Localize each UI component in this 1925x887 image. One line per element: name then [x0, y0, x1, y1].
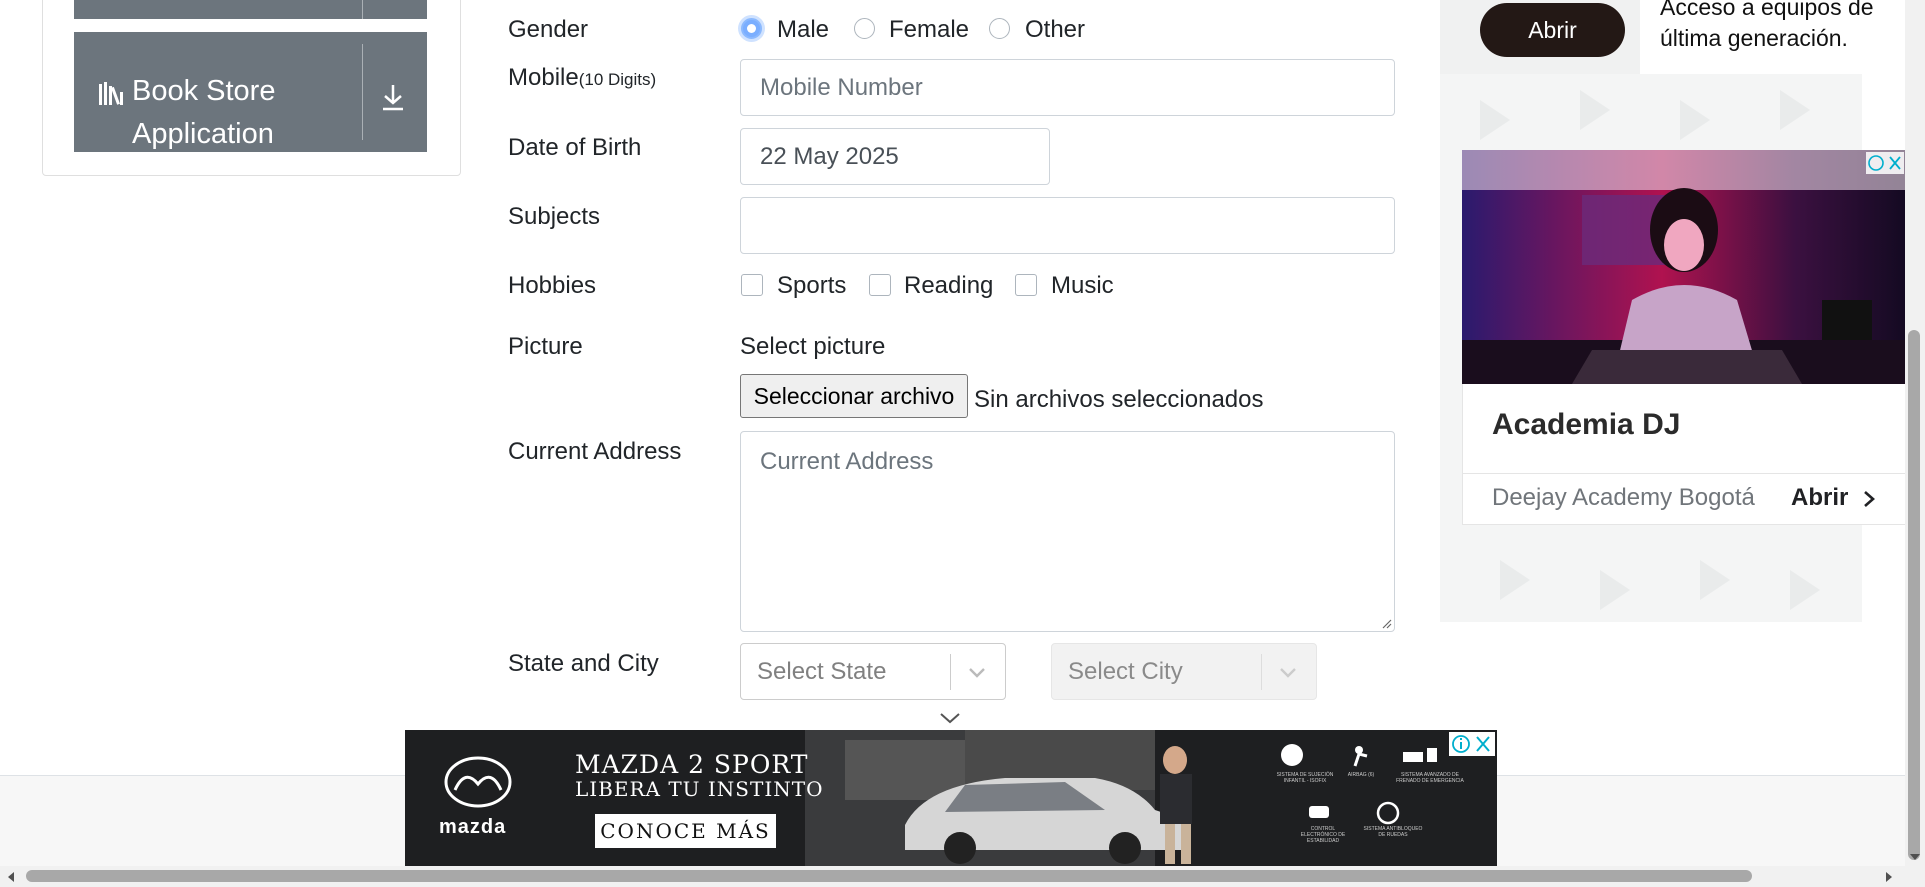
select-picture-text: Select picture	[740, 333, 886, 360]
sidebar-item-previous[interactable]	[74, 0, 427, 19]
mobile-input[interactable]: Mobile Number	[740, 59, 1395, 116]
dob-label: Date of Birth	[508, 134, 642, 161]
bottom-ad-banner[interactable]: mazda MAZDA 2 SPORT LIBERA TU INSTINTO C…	[405, 730, 1497, 866]
state-placeholder: Select State	[757, 658, 887, 685]
dob-input[interactable]: 22 May 2025	[740, 128, 1050, 185]
choose-file-button[interactable]: Seleccionar archivo	[740, 374, 968, 418]
picture-label: Picture	[508, 333, 583, 360]
ad-cta-label: Abrir	[1791, 484, 1849, 511]
ad-title[interactable]: Academia DJ	[1492, 408, 1680, 442]
resize-handle-icon[interactable]	[1380, 617, 1392, 629]
sidebar-item-separator	[362, 0, 363, 19]
mobile-placeholder: Mobile Number	[760, 74, 923, 101]
no-file-selected-text: Sin archivos seleccionados	[974, 386, 1264, 413]
books-icon	[99, 82, 123, 105]
banner-headline2: LIBERA TU INSTINTO	[575, 777, 824, 801]
gender-female-radio[interactable]	[854, 18, 875, 39]
hobby-sports-label[interactable]: Sports	[777, 272, 846, 300]
gender-male-radio[interactable]	[741, 18, 762, 39]
ad-top-text-line2: última generación.	[1660, 25, 1848, 51]
banner-headline1: MAZDA 2 SPORT	[575, 750, 809, 779]
collapse-ad-chevron-icon[interactable]	[938, 711, 962, 725]
stability-control-icon	[1309, 806, 1329, 818]
mobile-label-text: Mobile	[508, 64, 579, 91]
hobby-music-checkbox[interactable]	[1015, 274, 1037, 296]
chevron-down-icon[interactable]	[967, 662, 987, 682]
sidebar-item-label: Book Store Application	[132, 75, 276, 150]
subjects-input[interactable]	[740, 197, 1395, 254]
sidebar-item-separator	[362, 44, 363, 140]
dob-value: 22 May 2025	[760, 143, 899, 170]
gender-male-label[interactable]: Male	[777, 16, 829, 44]
city-select-separator	[1261, 654, 1262, 690]
banner-brand: mazda	[439, 816, 507, 838]
banner-cta-button[interactable]: CONOCE MÁS	[595, 814, 776, 848]
banner-feature-2: AIRBAG (6)	[1347, 772, 1375, 778]
hobby-music-label[interactable]: Music	[1051, 272, 1114, 300]
subjects-label: Subjects	[508, 203, 601, 230]
city-select[interactable]: Select City	[1051, 643, 1317, 700]
banner-features: SISTEMA DE SUJECIÓN INFANTIL - ISOFIX AI…	[1275, 742, 1495, 852]
banner-feature-3: SISTEMA AVANZADO DE FRENADO DE EMERGENCI…	[1396, 772, 1464, 784]
ad-open-button[interactable]: Abrir	[1480, 3, 1625, 57]
ad-divider	[1462, 473, 1906, 474]
mobile-hint: (10 Digits)	[578, 70, 657, 89]
horizontal-scrollbar-thumb[interactable]	[26, 870, 1752, 882]
emergency-brake-icon	[1403, 748, 1437, 762]
sidebar-item-book-store[interactable]: Book Store Application	[74, 32, 427, 152]
gender-other-radio[interactable]	[989, 18, 1010, 39]
hobby-reading-label[interactable]: Reading	[904, 272, 993, 300]
ad-advertiser[interactable]: Deejay Academy Bogotá	[1492, 484, 1755, 512]
banner-feature-5: SISTEMA ANTIBLOQUEO DE RUEDAS	[1363, 826, 1423, 838]
banner-feature-4: CONTROL ELECTRÓNICO DE ESTABILIDAD	[1300, 826, 1346, 844]
hobby-reading-checkbox[interactable]	[869, 274, 891, 296]
abs-icon	[1376, 801, 1400, 825]
state-select-separator	[950, 654, 951, 690]
state-select[interactable]: Select State	[740, 643, 1006, 700]
gender-other-label[interactable]: Other	[1025, 16, 1085, 44]
banner-feature-1: SISTEMA DE SUJECIÓN INFANTIL - ISOFIX	[1276, 772, 1334, 784]
ad-top-text-line1: Acceso a equipos de	[1660, 0, 1874, 20]
airbag-icon	[1353, 746, 1368, 767]
vertical-scrollbar-thumb[interactable]	[1908, 330, 1920, 860]
chevron-down-icon[interactable]	[1278, 662, 1298, 682]
mobile-label: Mobile(10 Digits)	[508, 64, 656, 92]
ad-top-text: Acceso a equipos de última generación.	[1660, 0, 1874, 54]
scroll-down-arrow-icon[interactable]	[1908, 852, 1922, 862]
ad-photo[interactable]	[1462, 150, 1906, 384]
scroll-right-arrow-icon[interactable]	[1884, 871, 1894, 883]
state-city-label: State and City	[508, 650, 659, 677]
download-icon[interactable]	[380, 82, 406, 112]
city-placeholder: Select City	[1068, 658, 1183, 685]
scroll-left-arrow-icon[interactable]	[6, 871, 16, 883]
chevron-right-icon	[1864, 490, 1875, 507]
ad-choices-close-icon[interactable]	[1449, 732, 1495, 756]
gender-label: Gender	[508, 16, 589, 43]
hobbies-label: Hobbies	[508, 272, 597, 299]
address-textarea[interactable]: Current Address	[740, 431, 1395, 632]
address-label: Current Address	[508, 438, 682, 465]
hobby-sports-checkbox[interactable]	[741, 274, 763, 296]
child-seat-icon	[1281, 744, 1303, 766]
ad-cta-button[interactable]: Abrir	[1791, 484, 1877, 512]
address-placeholder: Current Address	[760, 448, 934, 475]
mazda-logo	[444, 756, 512, 808]
gender-female-label[interactable]: Female	[889, 16, 969, 44]
